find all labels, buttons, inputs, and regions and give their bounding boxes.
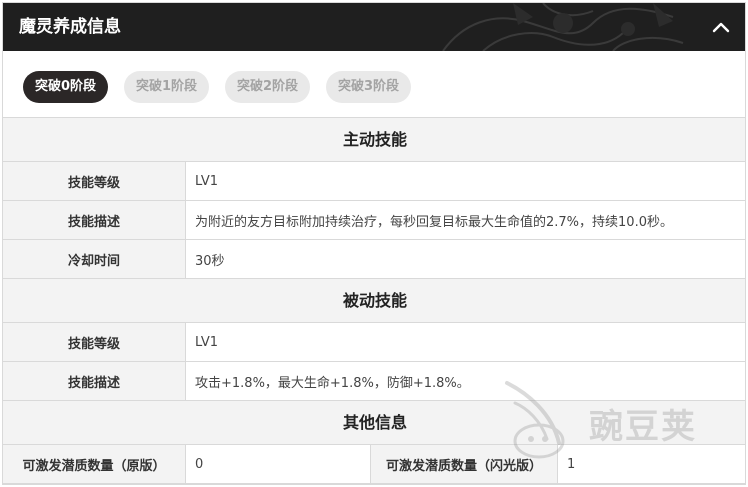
- passive-skill-level-label: 技能等级: [3, 323, 186, 361]
- active-skill-level-value: LV1: [195, 173, 218, 189]
- header-background-art: [442, 3, 684, 51]
- table-row: 技能描述 为附近的友方目标附加持续治疗，每秒回复目标最大生命值的2.7%，持续1…: [3, 200, 745, 239]
- active-skill-desc-value: 为附近的友方目标附加持续治疗，每秒回复目标最大生命值的2.7%，持续10.0秒。: [195, 214, 673, 230]
- tab-breakthrough-1[interactable]: 突破1阶段: [124, 71, 210, 103]
- cooldown-label: 冷却时间: [3, 240, 186, 278]
- growth-info-panel: 魔灵养成信息 突破0阶段 突破1阶段 突破2阶段 突破3阶段 主动技能 技能等级…: [2, 2, 746, 485]
- table-row: 技能等级 LV1: [3, 161, 745, 200]
- potential-flash-value: 1: [567, 456, 576, 472]
- table-row: 技能描述 攻击+1.8%，最大生命+1.8%，防御+1.8%。: [3, 361, 745, 400]
- potential-original-label: 可激发潜质数量（原版）: [3, 445, 186, 483]
- panel-title: 魔灵养成信息: [19, 17, 121, 37]
- table-row: 可激发潜质数量（原版） 0 可激发潜质数量（闪光版） 1: [3, 444, 745, 484]
- active-skill-desc-label: 技能描述: [3, 201, 186, 239]
- table-row: 冷却时间 30秒: [3, 239, 745, 278]
- potential-original-value: 0: [186, 445, 371, 483]
- cooldown-value: 30秒: [195, 253, 225, 269]
- tab-breakthrough-3[interactable]: 突破3阶段: [326, 71, 412, 103]
- panel-header[interactable]: 魔灵养成信息: [3, 3, 745, 51]
- breakthrough-tabs: 突破0阶段 突破1阶段 突破2阶段 突破3阶段: [3, 51, 745, 117]
- passive-skill-level-value: LV1: [195, 334, 218, 350]
- other-info-heading: 其他信息: [3, 400, 745, 444]
- info-table: 主动技能 技能等级 LV1 技能描述 为附近的友方目标附加持续治疗，每秒回复目标…: [3, 117, 745, 484]
- passive-skill-heading: 被动技能: [3, 278, 745, 322]
- chevron-up-icon[interactable]: [709, 15, 733, 39]
- passive-skill-desc-label: 技能描述: [3, 362, 186, 400]
- active-skill-level-label: 技能等级: [3, 162, 186, 200]
- table-row: 技能等级 LV1: [3, 322, 745, 361]
- potential-flash-label: 可激发潜质数量（闪光版）: [371, 445, 558, 483]
- active-skill-heading: 主动技能: [3, 117, 745, 161]
- tab-breakthrough-2[interactable]: 突破2阶段: [225, 71, 311, 103]
- tab-breakthrough-0[interactable]: 突破0阶段: [23, 71, 109, 103]
- passive-skill-desc-value: 攻击+1.8%，最大生命+1.8%，防御+1.8%。: [195, 375, 470, 391]
